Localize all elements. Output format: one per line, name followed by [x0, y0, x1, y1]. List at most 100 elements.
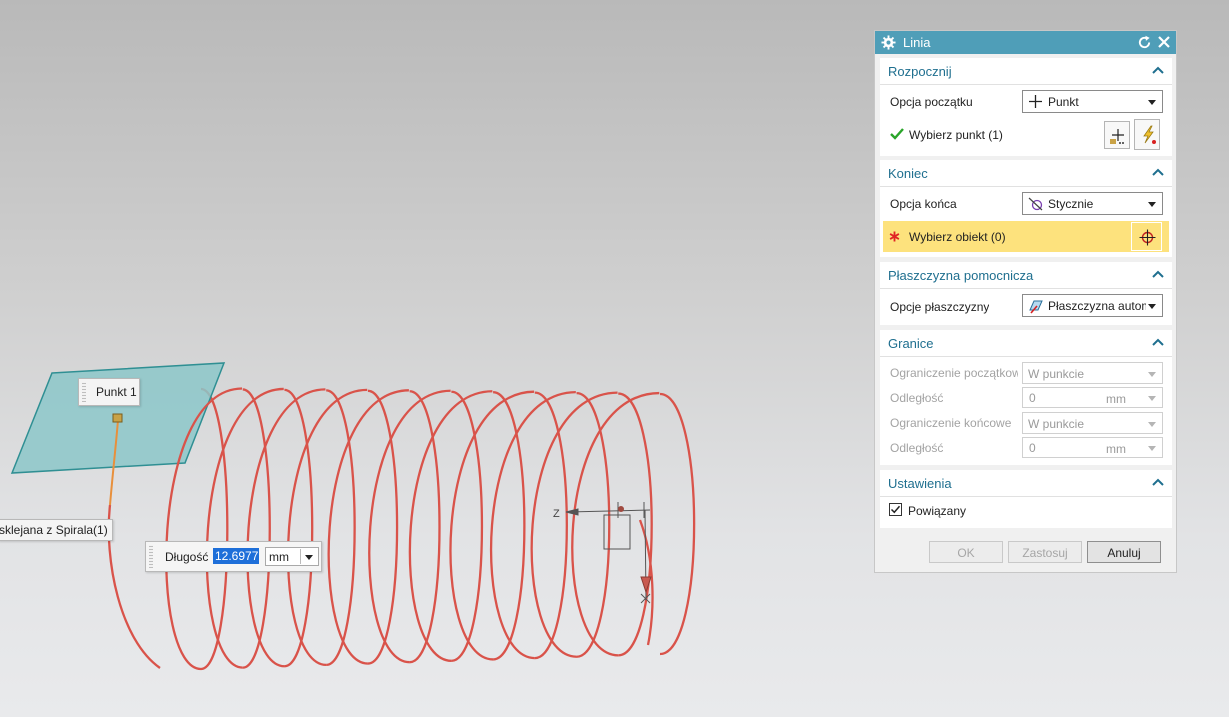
helix-back-segment: [242, 388, 271, 669]
divider: [300, 549, 301, 564]
helix-back-segment: [367, 389, 399, 665]
helix-back-segment: [618, 392, 653, 657]
required-asterisk-icon: [889, 231, 900, 242]
helix-curve-front: [107, 387, 660, 671]
chevron-down-icon: [1148, 304, 1156, 309]
length-unit-value: mm: [269, 550, 289, 564]
associative-row: Powiązany: [880, 500, 1172, 522]
snap-target-button[interactable]: [1131, 222, 1162, 251]
point-label-text: Punkt 1: [96, 385, 137, 399]
start-option-value: Punkt: [1048, 95, 1079, 109]
chevron-down-icon: [1148, 100, 1156, 105]
start-point-marker[interactable]: [112, 413, 123, 423]
start-limit-row: Ograniczenie początkow W punkcie: [880, 361, 1172, 385]
plane-option-select[interactable]: Płaszczyzna autom: [1022, 294, 1163, 317]
length-field[interactable]: 12.6977: [213, 548, 259, 564]
drag-grip-icon[interactable]: [149, 545, 153, 568]
chevron-down-icon: [1148, 422, 1156, 427]
length-unit-select[interactable]: mm: [265, 547, 319, 566]
chevron-down-icon: [1148, 202, 1156, 207]
section-end: Koniec Opcja końca Stycznie Wybierz obie…: [880, 160, 1172, 257]
dialog-title: Linia: [903, 35, 931, 50]
start-limit-select[interactable]: W punkcie: [1022, 362, 1163, 384]
end-option-row: Opcja końca Stycznie: [880, 191, 1172, 217]
end-select-label[interactable]: Wybierz obiekt (0): [909, 230, 1006, 244]
distance1-value: 0: [1029, 391, 1036, 405]
line-dialog: Linia Rozpocznij Opcja początku Punkt Wy…: [874, 30, 1177, 573]
section-end-title: Koniec: [888, 166, 928, 181]
chevron-down-icon: [1148, 372, 1156, 377]
helix-front-segment: [571, 391, 660, 657]
helix-back-segment: [534, 391, 568, 660]
body-label-tag: sklejana z Spirala(1): [0, 519, 113, 541]
length-input-box: Długość 12.6977 mm: [145, 541, 322, 572]
end-select-row[interactable]: Wybierz obiekt (0): [883, 221, 1169, 252]
section-limits-title: Granice: [888, 336, 934, 351]
helix-front-segment: [530, 391, 618, 658]
chevron-up-icon[interactable]: [1152, 270, 1164, 278]
helix-back-segment: [492, 391, 526, 661]
end-limit-row: Ograniczenie końcowe W punkcie: [880, 411, 1172, 435]
point-constructor-icon: [1110, 129, 1124, 144]
chevron-down-icon: [1148, 396, 1156, 401]
ok-button[interactable]: OK: [929, 541, 1003, 563]
chevron-up-icon[interactable]: [1152, 478, 1164, 486]
section-end-header[interactable]: Koniec: [880, 160, 1172, 187]
plane-option-label: Opcje płaszczyzny: [890, 300, 990, 314]
chevron-up-icon[interactable]: [1152, 338, 1164, 346]
section-settings: Ustawienia Powiązany: [880, 470, 1172, 528]
target-crosshair-icon: [1139, 229, 1156, 246]
dialog-titlebar[interactable]: Linia: [875, 31, 1176, 54]
inferred-point-button[interactable]: [1134, 119, 1160, 150]
start-option-select[interactable]: Punkt: [1022, 90, 1163, 113]
end-limit-label: Ograniczenie końcowe: [890, 416, 1012, 430]
end-option-label: Opcja końca: [890, 197, 957, 211]
associative-label[interactable]: Powiązany: [908, 504, 966, 518]
chevron-up-icon[interactable]: [1152, 168, 1164, 176]
crosshair-plus-icon: [1029, 95, 1042, 108]
helix-curve-back: [200, 387, 696, 671]
section-limits-header[interactable]: Granice: [880, 330, 1172, 357]
cancel-button[interactable]: Anuluj: [1087, 541, 1161, 563]
section-start-header[interactable]: Rozpocznij: [880, 58, 1172, 85]
axis-z-label: Z: [553, 508, 560, 520]
start-option-label: Opcja początku: [890, 95, 973, 109]
section-support-plane-title: Płaszczyzna pomocnicza: [888, 268, 1034, 283]
distance1-field[interactable]: 0 mm: [1022, 387, 1163, 408]
start-select-row: Wybierz punkt (1): [880, 119, 1172, 150]
distance1-label: Odległość: [890, 391, 944, 405]
chevron-down-icon: [1148, 446, 1156, 451]
section-support-plane-header[interactable]: Płaszczyzna pomocnicza: [880, 262, 1172, 289]
point-label-tag[interactable]: Punkt 1: [78, 378, 140, 406]
body-label-text: sklejana z Spirala(1): [0, 523, 108, 537]
section-start-title: Rozpocznij: [888, 64, 952, 79]
drag-grip-icon[interactable]: [82, 382, 86, 402]
end-option-select[interactable]: Stycznie: [1022, 192, 1163, 215]
auto-plane-icon: [1029, 300, 1043, 314]
plane-option-value: Płaszczyzna autom: [1048, 299, 1146, 313]
section-support-plane: Płaszczyzna pomocnicza Opcje płaszczyzny…: [880, 262, 1172, 325]
close-icon[interactable]: [1157, 35, 1171, 49]
length-label: Długość: [165, 550, 209, 564]
end-limit-select[interactable]: W punkcie: [1022, 412, 1163, 434]
check-icon: [890, 128, 904, 140]
point-dialog-button[interactable]: [1104, 121, 1130, 149]
helix-start-segment: [107, 504, 161, 669]
associative-checkbox[interactable]: [889, 503, 902, 516]
reset-icon[interactable]: [1137, 35, 1152, 50]
chevron-up-icon[interactable]: [1152, 66, 1164, 74]
start-limit-value: W punkcie: [1028, 367, 1085, 381]
apply-button[interactable]: Zastosuj: [1008, 541, 1082, 563]
section-settings-title: Ustawienia: [888, 476, 952, 491]
start-limit-label: Ograniczenie początkow: [890, 366, 1018, 380]
distance2-row: Odległość 0 mm: [880, 436, 1172, 460]
distance2-field[interactable]: 0 mm: [1022, 437, 1163, 458]
distance2-value: 0: [1029, 441, 1036, 455]
chevron-down-icon: [305, 555, 313, 560]
section-start: Rozpocznij Opcja początku Punkt Wybierz …: [880, 58, 1172, 156]
plane-option-row: Opcje płaszczyzny Płaszczyzna autom: [880, 293, 1172, 319]
section-limits: Granice Ograniczenie początkow W punkcie…: [880, 330, 1172, 465]
start-option-row: Opcja początku Punkt: [880, 89, 1172, 115]
section-settings-header[interactable]: Ustawienia: [880, 470, 1172, 497]
start-select-label[interactable]: Wybierz punkt (1): [909, 128, 1003, 142]
